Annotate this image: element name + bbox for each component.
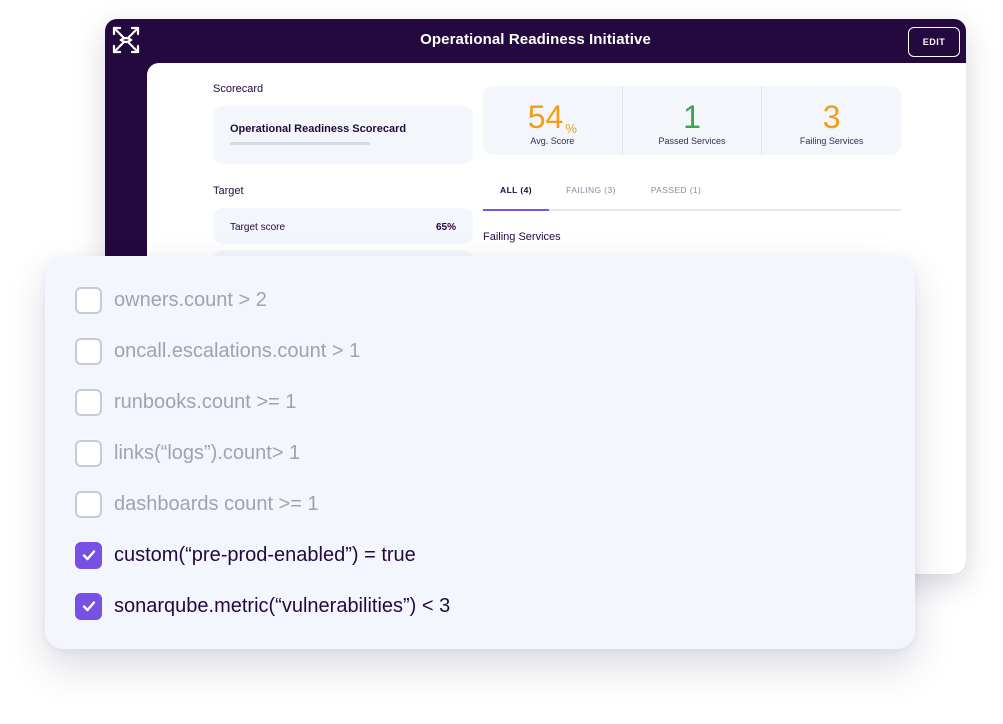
rule-text: links(“logs”).count> 1 <box>114 441 301 464</box>
avg-score-label: Avg. Score <box>530 136 575 146</box>
tab-all[interactable]: ALL (4) <box>483 183 549 211</box>
service-tabs: ALL (4) FAILING (3) PASSED (1) <box>483 183 901 211</box>
checkbox-checked[interactable] <box>75 541 102 569</box>
rule-text: sonarqube.metric(“vulnerabilities”) < 3 <box>114 594 451 617</box>
rule-item[interactable]: owners.count > 2 <box>75 285 267 315</box>
avg-score-unit: % <box>565 121 577 136</box>
scorecard-select[interactable]: Operational Readiness Scorecard <box>213 106 473 164</box>
checkbox[interactable] <box>75 490 102 518</box>
failing-services-heading: Failing Services <box>483 231 561 243</box>
rule-item[interactable]: dashboards count >= 1 <box>75 489 319 519</box>
passed-services-stat: 1 Passed Services <box>621 86 762 155</box>
target-score-value: 65% <box>435 222 456 233</box>
checkbox[interactable] <box>75 439 102 467</box>
rules-checklist-panel: owners.count > 2 oncall.escalations.coun… <box>45 256 915 649</box>
failing-services-stat: 3 Failing Services <box>761 86 901 155</box>
passed-services-label: Passed Services <box>658 136 726 146</box>
avg-score-stat: 54% Avg. Score <box>483 86 622 155</box>
avg-score-value: 54% <box>527 99 577 136</box>
tab-passed[interactable]: PASSED (1) <box>633 183 719 211</box>
rule-item[interactable]: links(“logs”).count> 1 <box>75 438 300 468</box>
scorecard-progress-line <box>230 142 370 145</box>
target-section-label: Target <box>213 185 244 197</box>
target-score-label: Target score <box>230 222 286 233</box>
target-score-row[interactable]: Target score 65% <box>213 208 473 244</box>
tab-failing[interactable]: FAILING (3) <box>549 183 633 211</box>
failing-services-value: 3 <box>822 99 841 135</box>
rule-text: oncall.escalations.count > 1 <box>114 339 361 362</box>
checkbox-checked[interactable] <box>75 592 102 620</box>
checkmark-icon <box>82 550 95 561</box>
rule-text: owners.count > 2 <box>114 288 267 311</box>
stats-card: 54% Avg. Score 1 Passed Services 3 Faili… <box>483 86 901 155</box>
window-title: Operational Readiness Initiative <box>420 31 651 48</box>
checkbox[interactable] <box>75 337 102 365</box>
edit-button[interactable]: EDIT <box>908 27 960 57</box>
scorecard-name: Operational Readiness Scorecard <box>230 123 407 135</box>
rule-item[interactable]: oncall.escalations.count > 1 <box>75 336 360 366</box>
rule-item[interactable]: custom(“pre-prod-enabled”) = true <box>75 540 416 570</box>
rule-text: runbooks.count >= 1 <box>114 390 297 413</box>
scorecard-section-label: Scorecard <box>213 83 264 95</box>
rule-text: dashboards count >= 1 <box>114 492 319 515</box>
rule-item[interactable]: runbooks.count >= 1 <box>75 387 296 417</box>
checkbox[interactable] <box>75 388 102 416</box>
checkbox[interactable] <box>75 286 102 314</box>
passed-services-value: 1 <box>683 99 701 135</box>
rule-item[interactable]: sonarqube.metric(“vulnerabilities”) < 3 <box>75 591 450 621</box>
checkmark-icon <box>82 601 95 612</box>
failing-services-label: Failing Services <box>799 136 864 146</box>
rule-text: custom(“pre-prod-enabled”) = true <box>114 543 416 566</box>
